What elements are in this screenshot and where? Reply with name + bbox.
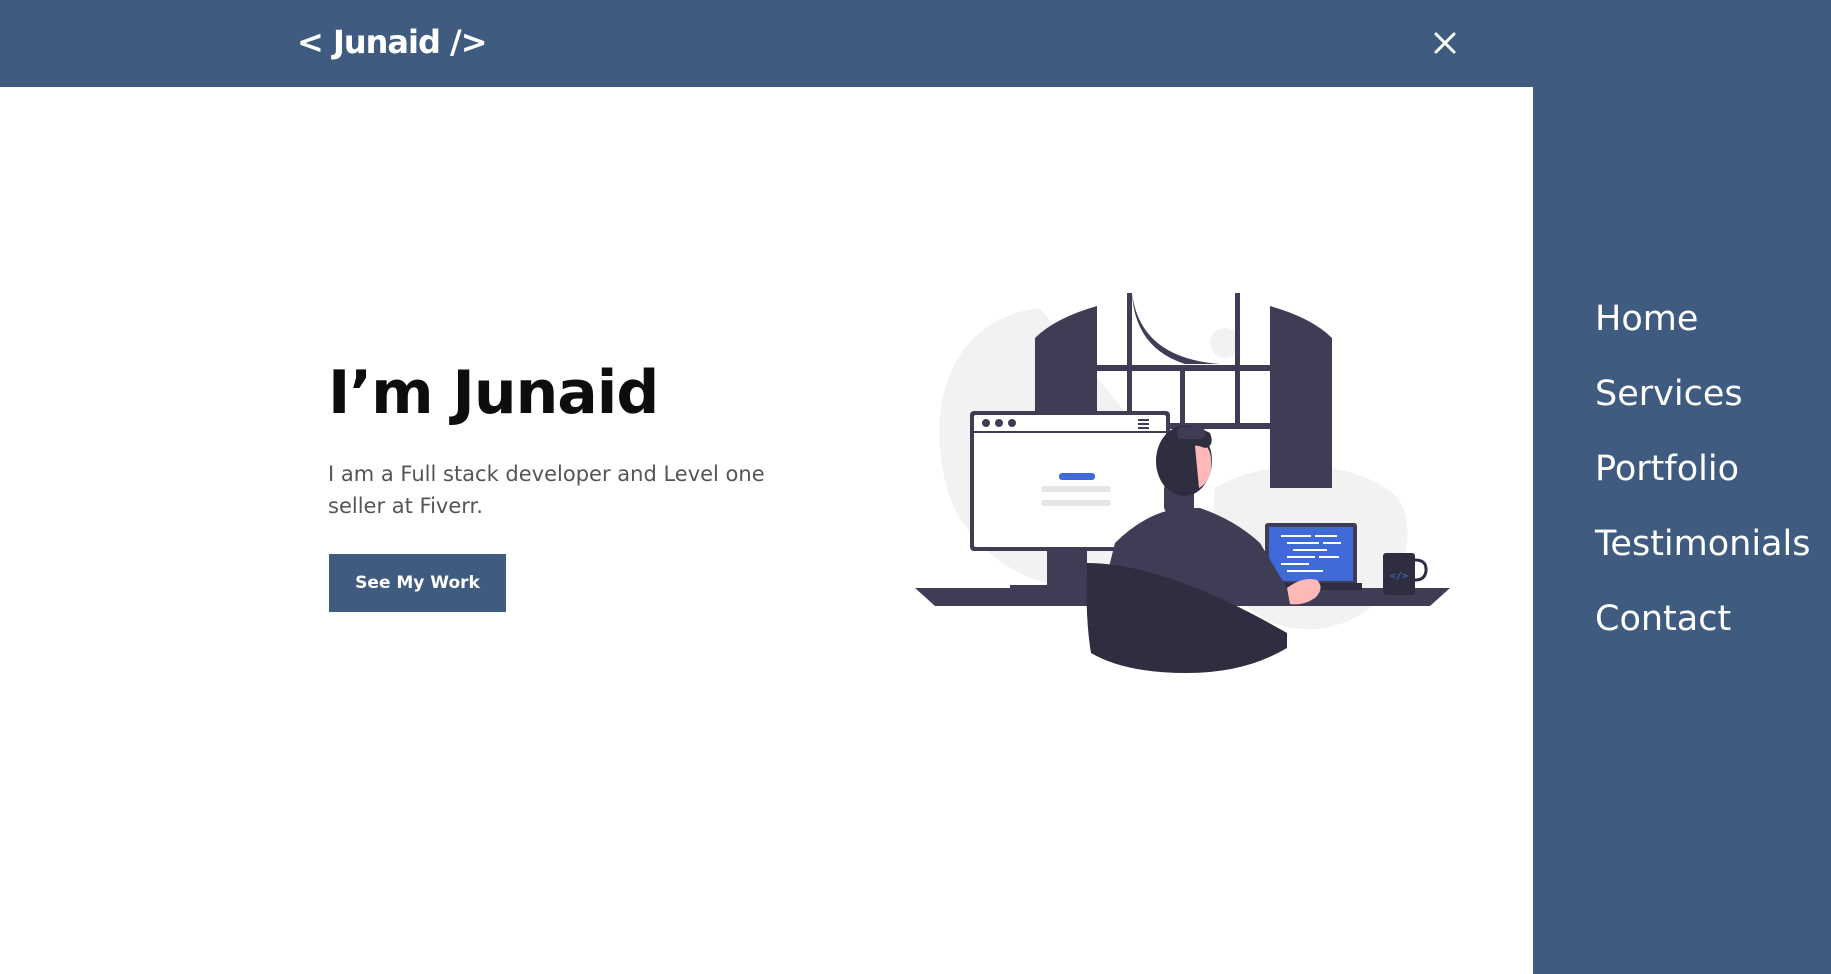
nav-item-home[interactable]: Home xyxy=(1595,297,1810,372)
see-my-work-button[interactable]: See My Work xyxy=(329,554,506,612)
hero-title: I’m Junaid xyxy=(328,358,659,428)
close-menu-button[interactable] xyxy=(1428,26,1462,60)
close-icon xyxy=(1434,32,1456,54)
site-logo[interactable]: < Junaid /> xyxy=(297,20,488,64)
nav-item-contact[interactable]: Contact xyxy=(1595,597,1810,672)
nav-list: Home Services Portfolio Testimonials Con… xyxy=(1595,297,1810,672)
top-navbar: < Junaid /> xyxy=(0,0,1831,87)
developer-at-desk-illustration: </> xyxy=(915,288,1450,683)
hero-description: I am a Full stack developer and Level on… xyxy=(328,462,765,518)
nav-item-portfolio[interactable]: Portfolio xyxy=(1595,447,1810,522)
sidebar-menu: Home Services Portfolio Testimonials Con… xyxy=(1533,87,1831,974)
svg-text:</>: </> xyxy=(1390,571,1408,582)
nav-item-testimonials[interactable]: Testimonials xyxy=(1595,522,1810,597)
nav-item-services[interactable]: Services xyxy=(1595,372,1810,447)
